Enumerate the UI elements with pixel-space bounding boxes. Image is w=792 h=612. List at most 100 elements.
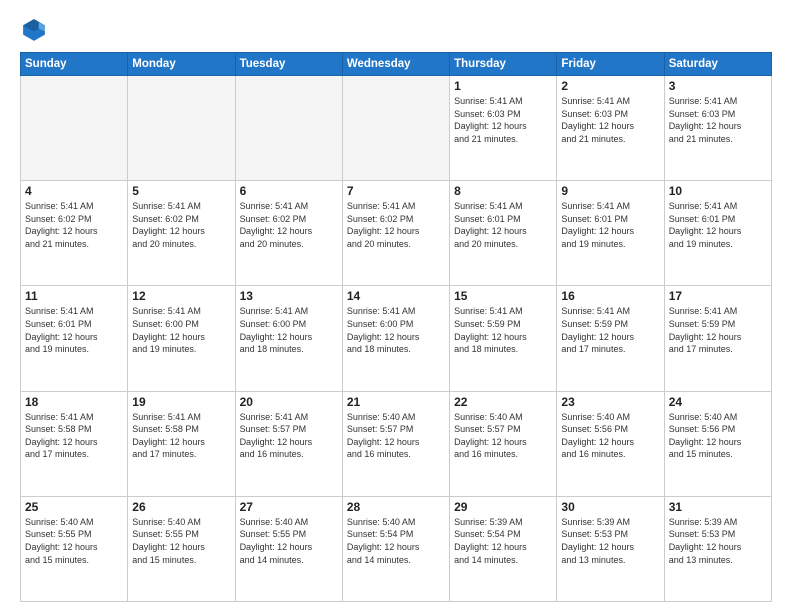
- day-number: 7: [347, 184, 445, 198]
- day-number: 9: [561, 184, 659, 198]
- logo: [20, 16, 52, 44]
- calendar-cell: 15 Sunrise: 5:41 AM Sunset: 5:59 PM Dayli…: [450, 286, 557, 391]
- calendar-week-5: 25Sunrise: 5:40 AM Sunset: 5:55 PM Dayli…: [21, 496, 772, 601]
- weekday-header-sunday: Sunday: [21, 53, 128, 76]
- day-number: 28: [347, 500, 445, 514]
- day-info: Sunrise: 5:41 AM Sunset: 5:58 PM Dayligh…: [25, 411, 123, 461]
- calendar-cell: 14 Sunrise: 5:41 AM Sunset: 6:00 PM Dayli…: [342, 286, 449, 391]
- day-info: Sunrise: 5:40 AM Sunset: 5:56 PM Dayligh…: [561, 411, 659, 461]
- calendar-cell: 24 Sunrise: 5:40 AM Sunset: 5:56 PM Dayli…: [664, 391, 771, 496]
- day-number: 29: [454, 500, 552, 514]
- calendar-cell: 5 Sunrise: 5:41 AM Sunset: 6:02 PM Daylig…: [128, 181, 235, 286]
- calendar-cell: 8 Sunrise: 5:41 AM Sunset: 6:01 PM Daylig…: [450, 181, 557, 286]
- calendar-cell: [21, 76, 128, 181]
- day-number: 21: [347, 395, 445, 409]
- day-info: Sunrise: 5:41 AM Sunset: 6:03 PM Dayligh…: [669, 95, 767, 145]
- day-number: 18: [25, 395, 123, 409]
- day-number: 1: [454, 79, 552, 93]
- calendar-cell: [235, 76, 342, 181]
- day-info: Sunrise: 5:41 AM Sunset: 5:59 PM Dayligh…: [454, 305, 552, 355]
- day-info: Sunrise: 5:41 AM Sunset: 6:02 PM Dayligh…: [132, 200, 230, 250]
- calendar-cell: 29Sunrise: 5:39 AM Sunset: 5:54 PM Dayli…: [450, 496, 557, 601]
- day-number: 24: [669, 395, 767, 409]
- day-number: 10: [669, 184, 767, 198]
- calendar-cell: 23 Sunrise: 5:40 AM Sunset: 5:56 PM Dayli…: [557, 391, 664, 496]
- calendar-week-1: 1 Sunrise: 5:41 AM Sunset: 6:03 PM Daylig…: [21, 76, 772, 181]
- day-info: Sunrise: 5:41 AM Sunset: 6:00 PM Dayligh…: [132, 305, 230, 355]
- day-number: 11: [25, 289, 123, 303]
- day-number: 8: [454, 184, 552, 198]
- calendar-cell: 25Sunrise: 5:40 AM Sunset: 5:55 PM Dayli…: [21, 496, 128, 601]
- calendar-week-3: 11 Sunrise: 5:41 AM Sunset: 6:01 PM Dayli…: [21, 286, 772, 391]
- day-number: 26: [132, 500, 230, 514]
- day-info: Sunrise: 5:41 AM Sunset: 5:57 PM Dayligh…: [240, 411, 338, 461]
- day-number: 16: [561, 289, 659, 303]
- calendar-cell: 16 Sunrise: 5:41 AM Sunset: 5:59 PM Dayli…: [557, 286, 664, 391]
- day-info: Sunrise: 5:41 AM Sunset: 6:02 PM Dayligh…: [347, 200, 445, 250]
- day-info: Sunrise: 5:40 AM Sunset: 5:57 PM Dayligh…: [454, 411, 552, 461]
- day-number: 19: [132, 395, 230, 409]
- calendar-cell: 18 Sunrise: 5:41 AM Sunset: 5:58 PM Dayli…: [21, 391, 128, 496]
- day-info: Sunrise: 5:41 AM Sunset: 6:03 PM Dayligh…: [454, 95, 552, 145]
- calendar-week-4: 18 Sunrise: 5:41 AM Sunset: 5:58 PM Dayli…: [21, 391, 772, 496]
- calendar-cell: 4 Sunrise: 5:41 AM Sunset: 6:02 PM Daylig…: [21, 181, 128, 286]
- calendar-cell: 21 Sunrise: 5:40 AM Sunset: 5:57 PM Dayli…: [342, 391, 449, 496]
- day-number: 30: [561, 500, 659, 514]
- day-info: Sunrise: 5:41 AM Sunset: 6:01 PM Dayligh…: [561, 200, 659, 250]
- day-info: Sunrise: 5:40 AM Sunset: 5:56 PM Dayligh…: [669, 411, 767, 461]
- day-number: 22: [454, 395, 552, 409]
- day-info: Sunrise: 5:40 AM Sunset: 5:55 PM Dayligh…: [240, 516, 338, 566]
- calendar-cell: 10 Sunrise: 5:41 AM Sunset: 6:01 PM Dayli…: [664, 181, 771, 286]
- day-info: Sunrise: 5:41 AM Sunset: 5:59 PM Dayligh…: [561, 305, 659, 355]
- day-info: Sunrise: 5:41 AM Sunset: 6:03 PM Dayligh…: [561, 95, 659, 145]
- calendar-cell: 22 Sunrise: 5:40 AM Sunset: 5:57 PM Dayli…: [450, 391, 557, 496]
- day-info: Sunrise: 5:40 AM Sunset: 5:57 PM Dayligh…: [347, 411, 445, 461]
- calendar-cell: 12Sunrise: 5:41 AM Sunset: 6:00 PM Dayli…: [128, 286, 235, 391]
- calendar-cell: 1 Sunrise: 5:41 AM Sunset: 6:03 PM Daylig…: [450, 76, 557, 181]
- calendar-cell: 31Sunrise: 5:39 AM Sunset: 5:53 PM Dayli…: [664, 496, 771, 601]
- calendar-cell: 9 Sunrise: 5:41 AM Sunset: 6:01 PM Daylig…: [557, 181, 664, 286]
- day-number: 20: [240, 395, 338, 409]
- day-info: Sunrise: 5:41 AM Sunset: 6:01 PM Dayligh…: [454, 200, 552, 250]
- calendar-cell: [128, 76, 235, 181]
- day-info: Sunrise: 5:41 AM Sunset: 6:01 PM Dayligh…: [25, 305, 123, 355]
- calendar-cell: 27Sunrise: 5:40 AM Sunset: 5:55 PM Dayli…: [235, 496, 342, 601]
- day-info: Sunrise: 5:41 AM Sunset: 5:58 PM Dayligh…: [132, 411, 230, 461]
- calendar-week-2: 4 Sunrise: 5:41 AM Sunset: 6:02 PM Daylig…: [21, 181, 772, 286]
- weekday-header-saturday: Saturday: [664, 53, 771, 76]
- calendar-cell: 3 Sunrise: 5:41 AM Sunset: 6:03 PM Daylig…: [664, 76, 771, 181]
- day-info: Sunrise: 5:41 AM Sunset: 6:01 PM Dayligh…: [669, 200, 767, 250]
- day-info: Sunrise: 5:39 AM Sunset: 5:53 PM Dayligh…: [561, 516, 659, 566]
- calendar-cell: 13Sunrise: 5:41 AM Sunset: 6:00 PM Dayli…: [235, 286, 342, 391]
- day-info: Sunrise: 5:39 AM Sunset: 5:53 PM Dayligh…: [669, 516, 767, 566]
- day-number: 14: [347, 289, 445, 303]
- day-number: 17: [669, 289, 767, 303]
- calendar-cell: 7 Sunrise: 5:41 AM Sunset: 6:02 PM Daylig…: [342, 181, 449, 286]
- calendar-cell: 6Sunrise: 5:41 AM Sunset: 6:02 PM Daylig…: [235, 181, 342, 286]
- day-info: Sunrise: 5:40 AM Sunset: 5:55 PM Dayligh…: [25, 516, 123, 566]
- calendar-cell: 2 Sunrise: 5:41 AM Sunset: 6:03 PM Daylig…: [557, 76, 664, 181]
- weekday-header-tuesday: Tuesday: [235, 53, 342, 76]
- calendar-cell: 28Sunrise: 5:40 AM Sunset: 5:54 PM Dayli…: [342, 496, 449, 601]
- day-number: 4: [25, 184, 123, 198]
- calendar-cell: 19 Sunrise: 5:41 AM Sunset: 5:58 PM Dayli…: [128, 391, 235, 496]
- day-info: Sunrise: 5:41 AM Sunset: 6:00 PM Dayligh…: [347, 305, 445, 355]
- weekday-header-wednesday: Wednesday: [342, 53, 449, 76]
- page: SundayMondayTuesdayWednesdayThursdayFrid…: [0, 0, 792, 612]
- calendar-cell: 30 Sunrise: 5:39 AM Sunset: 5:53 PM Dayli…: [557, 496, 664, 601]
- calendar-table: SundayMondayTuesdayWednesdayThursdayFrid…: [20, 52, 772, 602]
- weekday-header-monday: Monday: [128, 53, 235, 76]
- day-number: 3: [669, 79, 767, 93]
- calendar-cell: 17 Sunrise: 5:41 AM Sunset: 5:59 PM Dayli…: [664, 286, 771, 391]
- day-number: 13: [240, 289, 338, 303]
- day-number: 5: [132, 184, 230, 198]
- header: [20, 16, 772, 44]
- calendar-cell: 20 Sunrise: 5:41 AM Sunset: 5:57 PM Dayli…: [235, 391, 342, 496]
- day-number: 15: [454, 289, 552, 303]
- day-info: Sunrise: 5:41 AM Sunset: 6:02 PM Dayligh…: [25, 200, 123, 250]
- logo-icon: [20, 16, 48, 44]
- day-number: 23: [561, 395, 659, 409]
- calendar-cell: [342, 76, 449, 181]
- day-number: 2: [561, 79, 659, 93]
- day-info: Sunrise: 5:41 AM Sunset: 5:59 PM Dayligh…: [669, 305, 767, 355]
